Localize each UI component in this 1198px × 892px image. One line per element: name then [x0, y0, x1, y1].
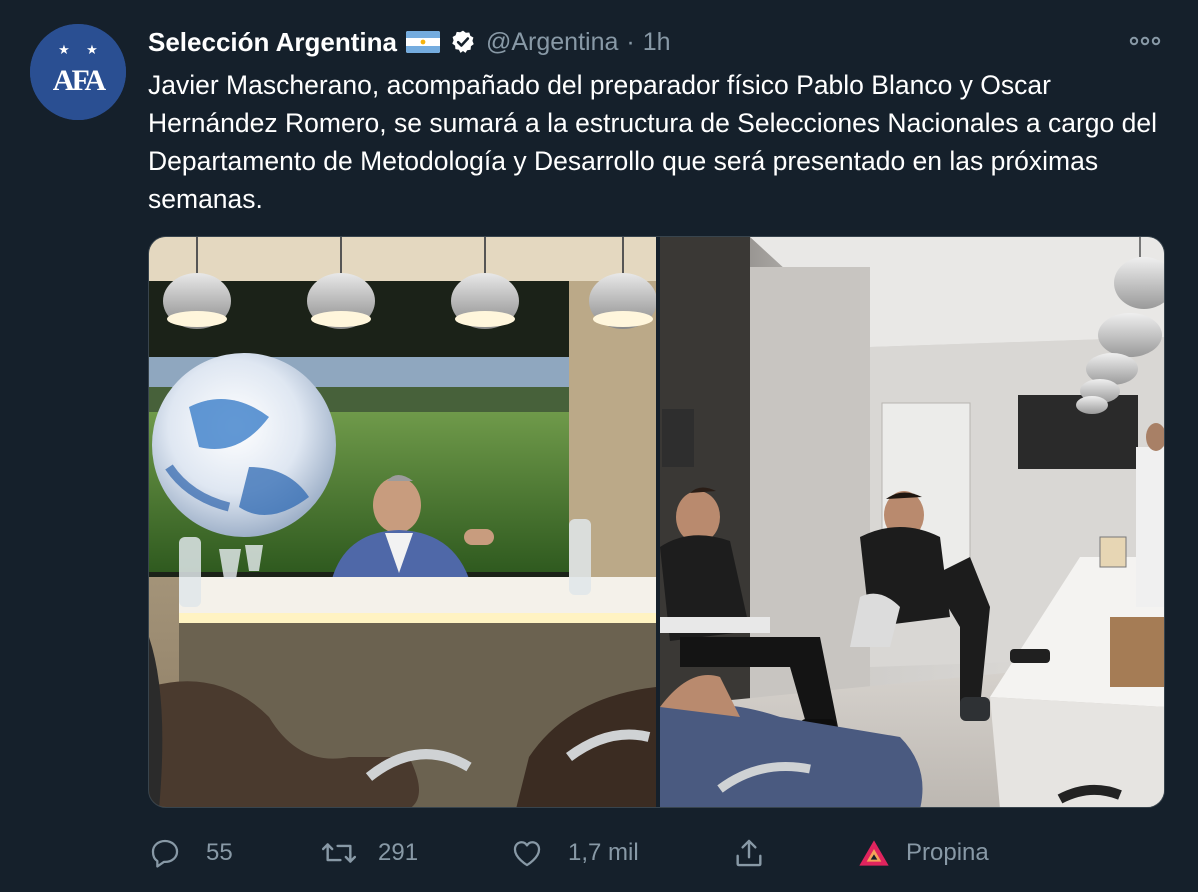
tweet-text: Javier Mascherano, acompañado del prepar…	[148, 70, 1158, 214]
reply-button[interactable]: 55	[148, 828, 233, 878]
retweet-button[interactable]: 291	[320, 828, 418, 878]
afa-crest-icon: ★ ★ AFA	[30, 24, 126, 120]
svg-text:★: ★	[58, 43, 70, 58]
like-button[interactable]: 1,7 mil	[510, 828, 639, 878]
like-count: 1,7 mil	[568, 839, 639, 866]
reply-icon	[151, 839, 179, 868]
verified-badge-icon	[450, 29, 476, 55]
avatar-crest-text: AFA	[53, 64, 107, 97]
account-handle[interactable]: @Argentina	[486, 28, 618, 57]
tweet-header: Selección Argentina @Argentina · 1h	[148, 24, 671, 60]
share-icon	[736, 839, 762, 867]
heart-icon	[513, 841, 541, 867]
meeting-room-photo-right[interactable]	[660, 237, 1164, 807]
media-grid	[148, 236, 1165, 808]
display-name[interactable]: Selección Argentina	[148, 27, 397, 58]
share-button[interactable]	[732, 828, 766, 878]
tweet-actions: 55 291 1,7 mil Propina	[148, 828, 1158, 878]
tip-label: Propina	[906, 839, 989, 866]
meeting-room-photo-left[interactable]	[149, 237, 657, 807]
tip-button[interactable]: Propina	[858, 828, 989, 878]
svg-text:★: ★	[86, 43, 98, 58]
retweet-icon	[321, 843, 357, 863]
tweet-card[interactable]: ★ ★ AFA Selección Argentina @Argentina ·…	[0, 0, 1198, 892]
timestamp[interactable]: 1h	[643, 28, 671, 57]
reply-count: 55	[206, 839, 233, 866]
tip-jar-icon	[859, 840, 889, 866]
argentina-flag-icon	[406, 31, 440, 53]
retweet-count: 291	[378, 839, 419, 866]
avatar[interactable]: ★ ★ AFA	[30, 24, 126, 120]
separator-dot: ·	[626, 27, 635, 56]
more-options-icon[interactable]	[1128, 34, 1162, 48]
